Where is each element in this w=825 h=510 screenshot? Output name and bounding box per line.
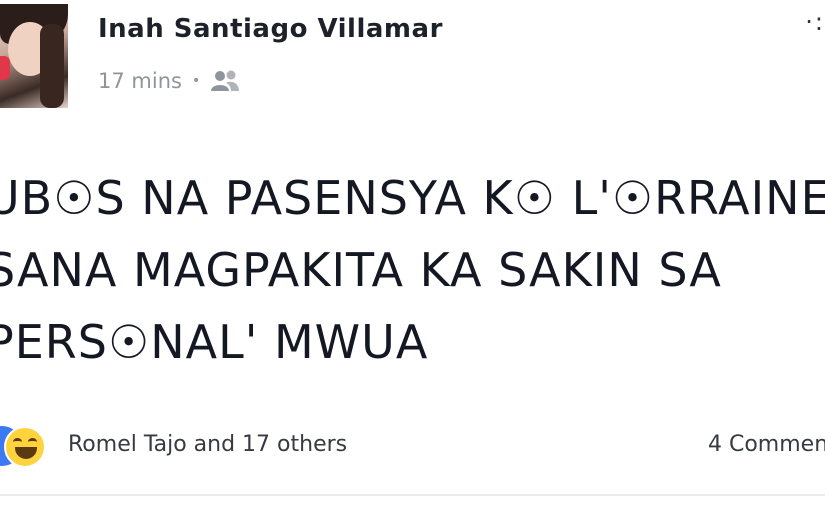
- comments-count[interactable]: 4 Commen: [708, 432, 825, 457]
- meta-separator: •: [191, 73, 201, 89]
- haha-eye-left: [13, 438, 22, 446]
- post-text: UB☉S NA PASENSYA K☉ L'☉RRAINE SANA MAGPA…: [0, 162, 825, 378]
- post-line-2: SANA MAGPAKITA KA SAKIN SA: [0, 243, 722, 297]
- avatar-hair-strand: [40, 24, 64, 108]
- author-name[interactable]: Inah Santiago Villamar: [98, 14, 443, 44]
- haha-mouth: [15, 447, 37, 459]
- friends-icon[interactable]: [210, 69, 240, 93]
- post-line-1: UB☉S NA PASENSYA K☉ L'☉RRAINE: [0, 171, 825, 225]
- post-line-3: PERS☉NAL' MWUA: [0, 315, 429, 369]
- haha-eye-right: [28, 438, 37, 446]
- ellipsis-icon[interactable]: ·:: [805, 8, 825, 36]
- author-avatar[interactable]: [0, 4, 68, 108]
- post-time[interactable]: 17 mins: [98, 69, 182, 93]
- divider: [0, 494, 825, 496]
- reactions-summary[interactable]: Romel Tajo and 17 others: [68, 432, 347, 457]
- haha-icon: [4, 426, 46, 468]
- post-meta: 17 mins •: [98, 66, 240, 96]
- reaction-bar[interactable]: Romel Tajo and 17 others 4 Commen: [0, 426, 825, 470]
- avatar-badge: [0, 56, 10, 80]
